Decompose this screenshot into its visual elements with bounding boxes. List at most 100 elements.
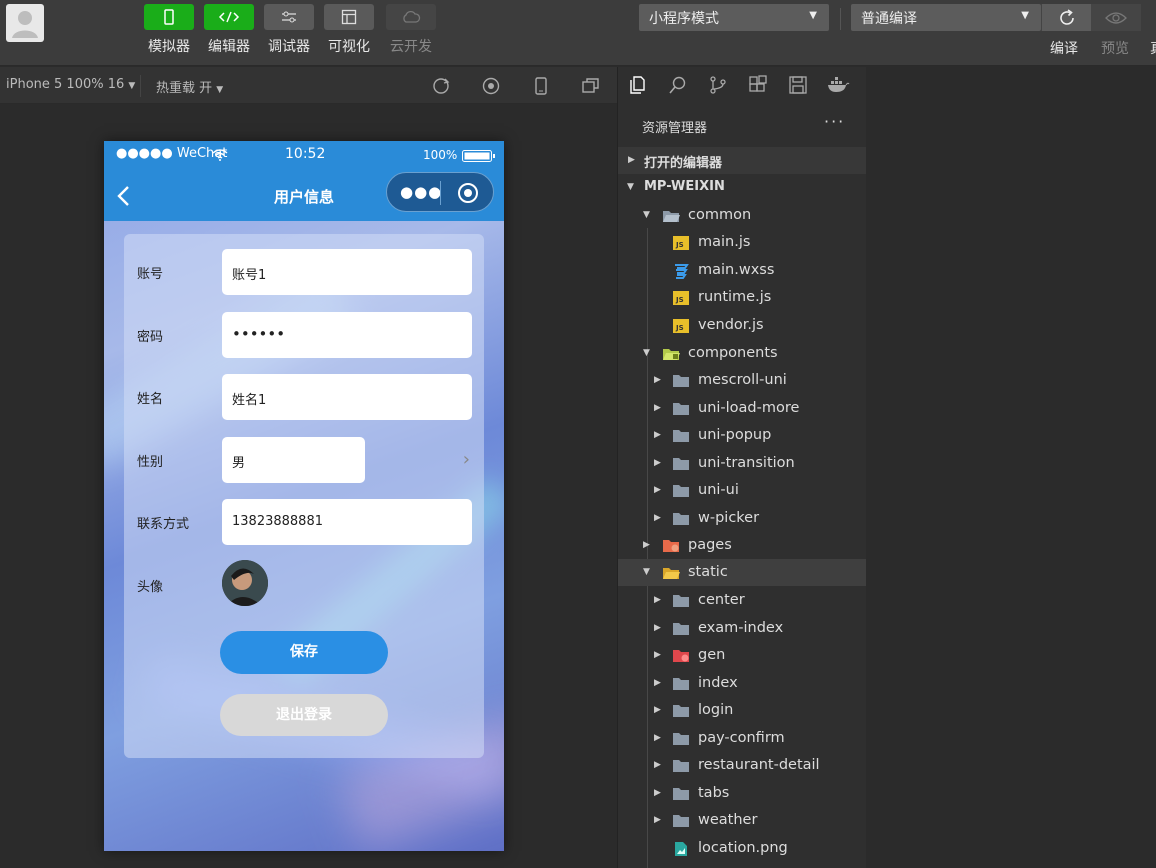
layout-icon	[324, 4, 374, 30]
folder-icon	[673, 375, 689, 387]
file-runtime-js[interactable]: JS runtime.js	[618, 284, 867, 311]
window-icon[interactable]	[581, 76, 601, 96]
folder-icon	[673, 733, 689, 745]
folder-w-picker[interactable]: ▶ w-picker	[618, 505, 867, 532]
compile-select[interactable]: 普通编译 ▼	[851, 4, 1041, 31]
folder-center[interactable]: ▶ center	[618, 587, 867, 614]
files-icon[interactable]	[628, 75, 648, 95]
more-actions-icon[interactable]: ···	[824, 112, 845, 131]
search-icon[interactable]	[668, 75, 688, 95]
folder-components[interactable]: ▼ components	[618, 340, 867, 367]
contact-input[interactable]: 13823888881	[222, 499, 472, 545]
account-input[interactable]: 账号1	[222, 249, 472, 295]
divider	[840, 8, 841, 30]
password-input[interactable]: ••••••	[222, 312, 472, 358]
simulator-tool[interactable]: 模拟器	[144, 4, 194, 56]
logout-button[interactable]: 退出登录	[220, 694, 388, 736]
tree-label: vendor.js	[698, 317, 764, 333]
chevron-down-icon: ▼	[643, 348, 650, 358]
chevron-right-icon: ▶	[654, 623, 661, 633]
save-button[interactable]: 保存	[220, 631, 388, 674]
chevron-right-icon: ▶	[654, 375, 661, 385]
folder-uni-ui[interactable]: ▶ uni-ui	[618, 477, 867, 504]
tree-label: weather	[698, 812, 758, 828]
source-control-icon[interactable]	[708, 75, 728, 95]
folder-pages[interactable]: ▶ pages	[618, 532, 867, 559]
avatar-image[interactable]	[222, 560, 268, 606]
folder-static[interactable]: ▼ static	[618, 559, 867, 586]
device-label: iPhone 5 100% 16	[6, 77, 125, 92]
open-editors-section[interactable]: ▶ 打开的编辑器	[618, 147, 867, 174]
folder-icon	[673, 623, 689, 635]
folder-weather[interactable]: ▶ weather	[618, 807, 867, 834]
debugger-tool[interactable]: 调试器	[264, 4, 314, 56]
tree-label: index	[698, 675, 738, 691]
image-file-icon	[675, 842, 687, 856]
chevron-right-icon: ▶	[654, 733, 661, 743]
folder-common[interactable]: ▼ common	[618, 202, 867, 229]
gender-picker[interactable]: 男	[222, 437, 365, 483]
folder-uni-load-more[interactable]: ▶ uni-load-more	[618, 395, 867, 422]
project-label: MP-WEIXIN	[644, 179, 725, 194]
name-label: 姓名	[137, 392, 164, 407]
tree-label: uni-load-more	[698, 400, 800, 416]
phone-status-bar: ●●●●● WeChat 10:52 100%	[104, 141, 504, 169]
close-target-icon[interactable]	[457, 182, 479, 204]
extensions-icon[interactable]	[748, 75, 768, 95]
name-input[interactable]: 姓名1	[222, 374, 472, 420]
phone-screen: ●●●●● WeChat 10:52 100% 用户信息 ●●● 账号 账号1 …	[104, 141, 504, 851]
folder-icon	[673, 595, 689, 607]
mode-select-value: 小程序模式	[649, 11, 719, 27]
chevron-down-icon: ▼	[128, 81, 136, 91]
contact-label: 联系方式	[137, 517, 190, 532]
preview-button[interactable]	[1091, 4, 1141, 31]
folder-uni-popup[interactable]: ▶ uni-popup	[618, 422, 867, 449]
phone-icon[interactable]	[531, 76, 551, 96]
file-main-wxss[interactable]: main.wxss	[618, 257, 867, 284]
cloud-tool[interactable]: 云开发	[386, 4, 436, 56]
device-select[interactable]: iPhone 5 100% 16 ▼	[6, 77, 135, 92]
hotreload-toggle[interactable]: 热重载 开 ▼	[156, 77, 223, 96]
folder-tabs[interactable]: ▶ tabs	[618, 780, 867, 807]
save-icon[interactable]	[788, 75, 808, 95]
folder-exam-index[interactable]: ▶ exam-index	[618, 615, 867, 642]
js-file-icon: JS	[673, 319, 689, 333]
folder-index[interactable]: ▶ index	[618, 670, 867, 697]
battery-icon	[462, 150, 495, 162]
folder-pay-confirm[interactable]: ▶ pay-confirm	[618, 725, 867, 752]
folder-icon	[673, 485, 689, 497]
project-section[interactable]: ▼ MP-WEIXIN	[618, 174, 867, 201]
folder-restaurant-detail[interactable]: ▶ restaurant-detail	[618, 752, 867, 779]
editor-tool[interactable]: 编辑器	[204, 4, 254, 56]
folder-gen[interactable]: ▶ gen	[618, 642, 867, 669]
stop-icon[interactable]	[481, 76, 501, 96]
file-vendor-js[interactable]: JS vendor.js	[618, 312, 867, 339]
mode-select[interactable]: 小程序模式 ▼	[639, 4, 829, 31]
tree-label: gen	[698, 647, 726, 663]
phone-icon	[144, 4, 194, 30]
visual-tool[interactable]: 可视化	[324, 4, 374, 56]
file-main-js[interactable]: JS main.js	[618, 229, 867, 256]
docker-icon[interactable]	[826, 75, 850, 95]
more-icon[interactable]: ●●●	[400, 183, 442, 201]
folder-icon	[673, 678, 689, 690]
folder-icon	[673, 815, 689, 827]
chevron-right-icon: ▶	[654, 403, 661, 413]
user-avatar[interactable]	[6, 4, 44, 42]
folder-icon	[673, 403, 689, 415]
rotate-icon[interactable]	[431, 76, 451, 96]
folder-login[interactable]: ▶ login	[618, 697, 867, 724]
chevron-right-icon: ▶	[628, 155, 635, 165]
compile-button[interactable]	[1041, 4, 1091, 31]
hotreload-label: 热重载 开	[156, 81, 213, 96]
chevron-right-icon[interactable]: ›	[463, 449, 470, 470]
file-location-png[interactable]: location.png	[618, 835, 867, 862]
battery-label: 100%	[423, 148, 458, 162]
open-editors-label: 打开的编辑器	[644, 156, 723, 171]
user-info-form: 账号 账号1 密码 •••••• 姓名 姓名1 性别 男 › 联系方式 1382…	[124, 234, 484, 758]
folder-uni-transition[interactable]: ▶ uni-transition	[618, 450, 867, 477]
folder-mescroll-uni[interactable]: ▶ mescroll-uni	[618, 367, 867, 394]
folder-icon	[673, 513, 689, 525]
capsule-divider	[440, 181, 441, 205]
folder-icon	[673, 705, 689, 717]
